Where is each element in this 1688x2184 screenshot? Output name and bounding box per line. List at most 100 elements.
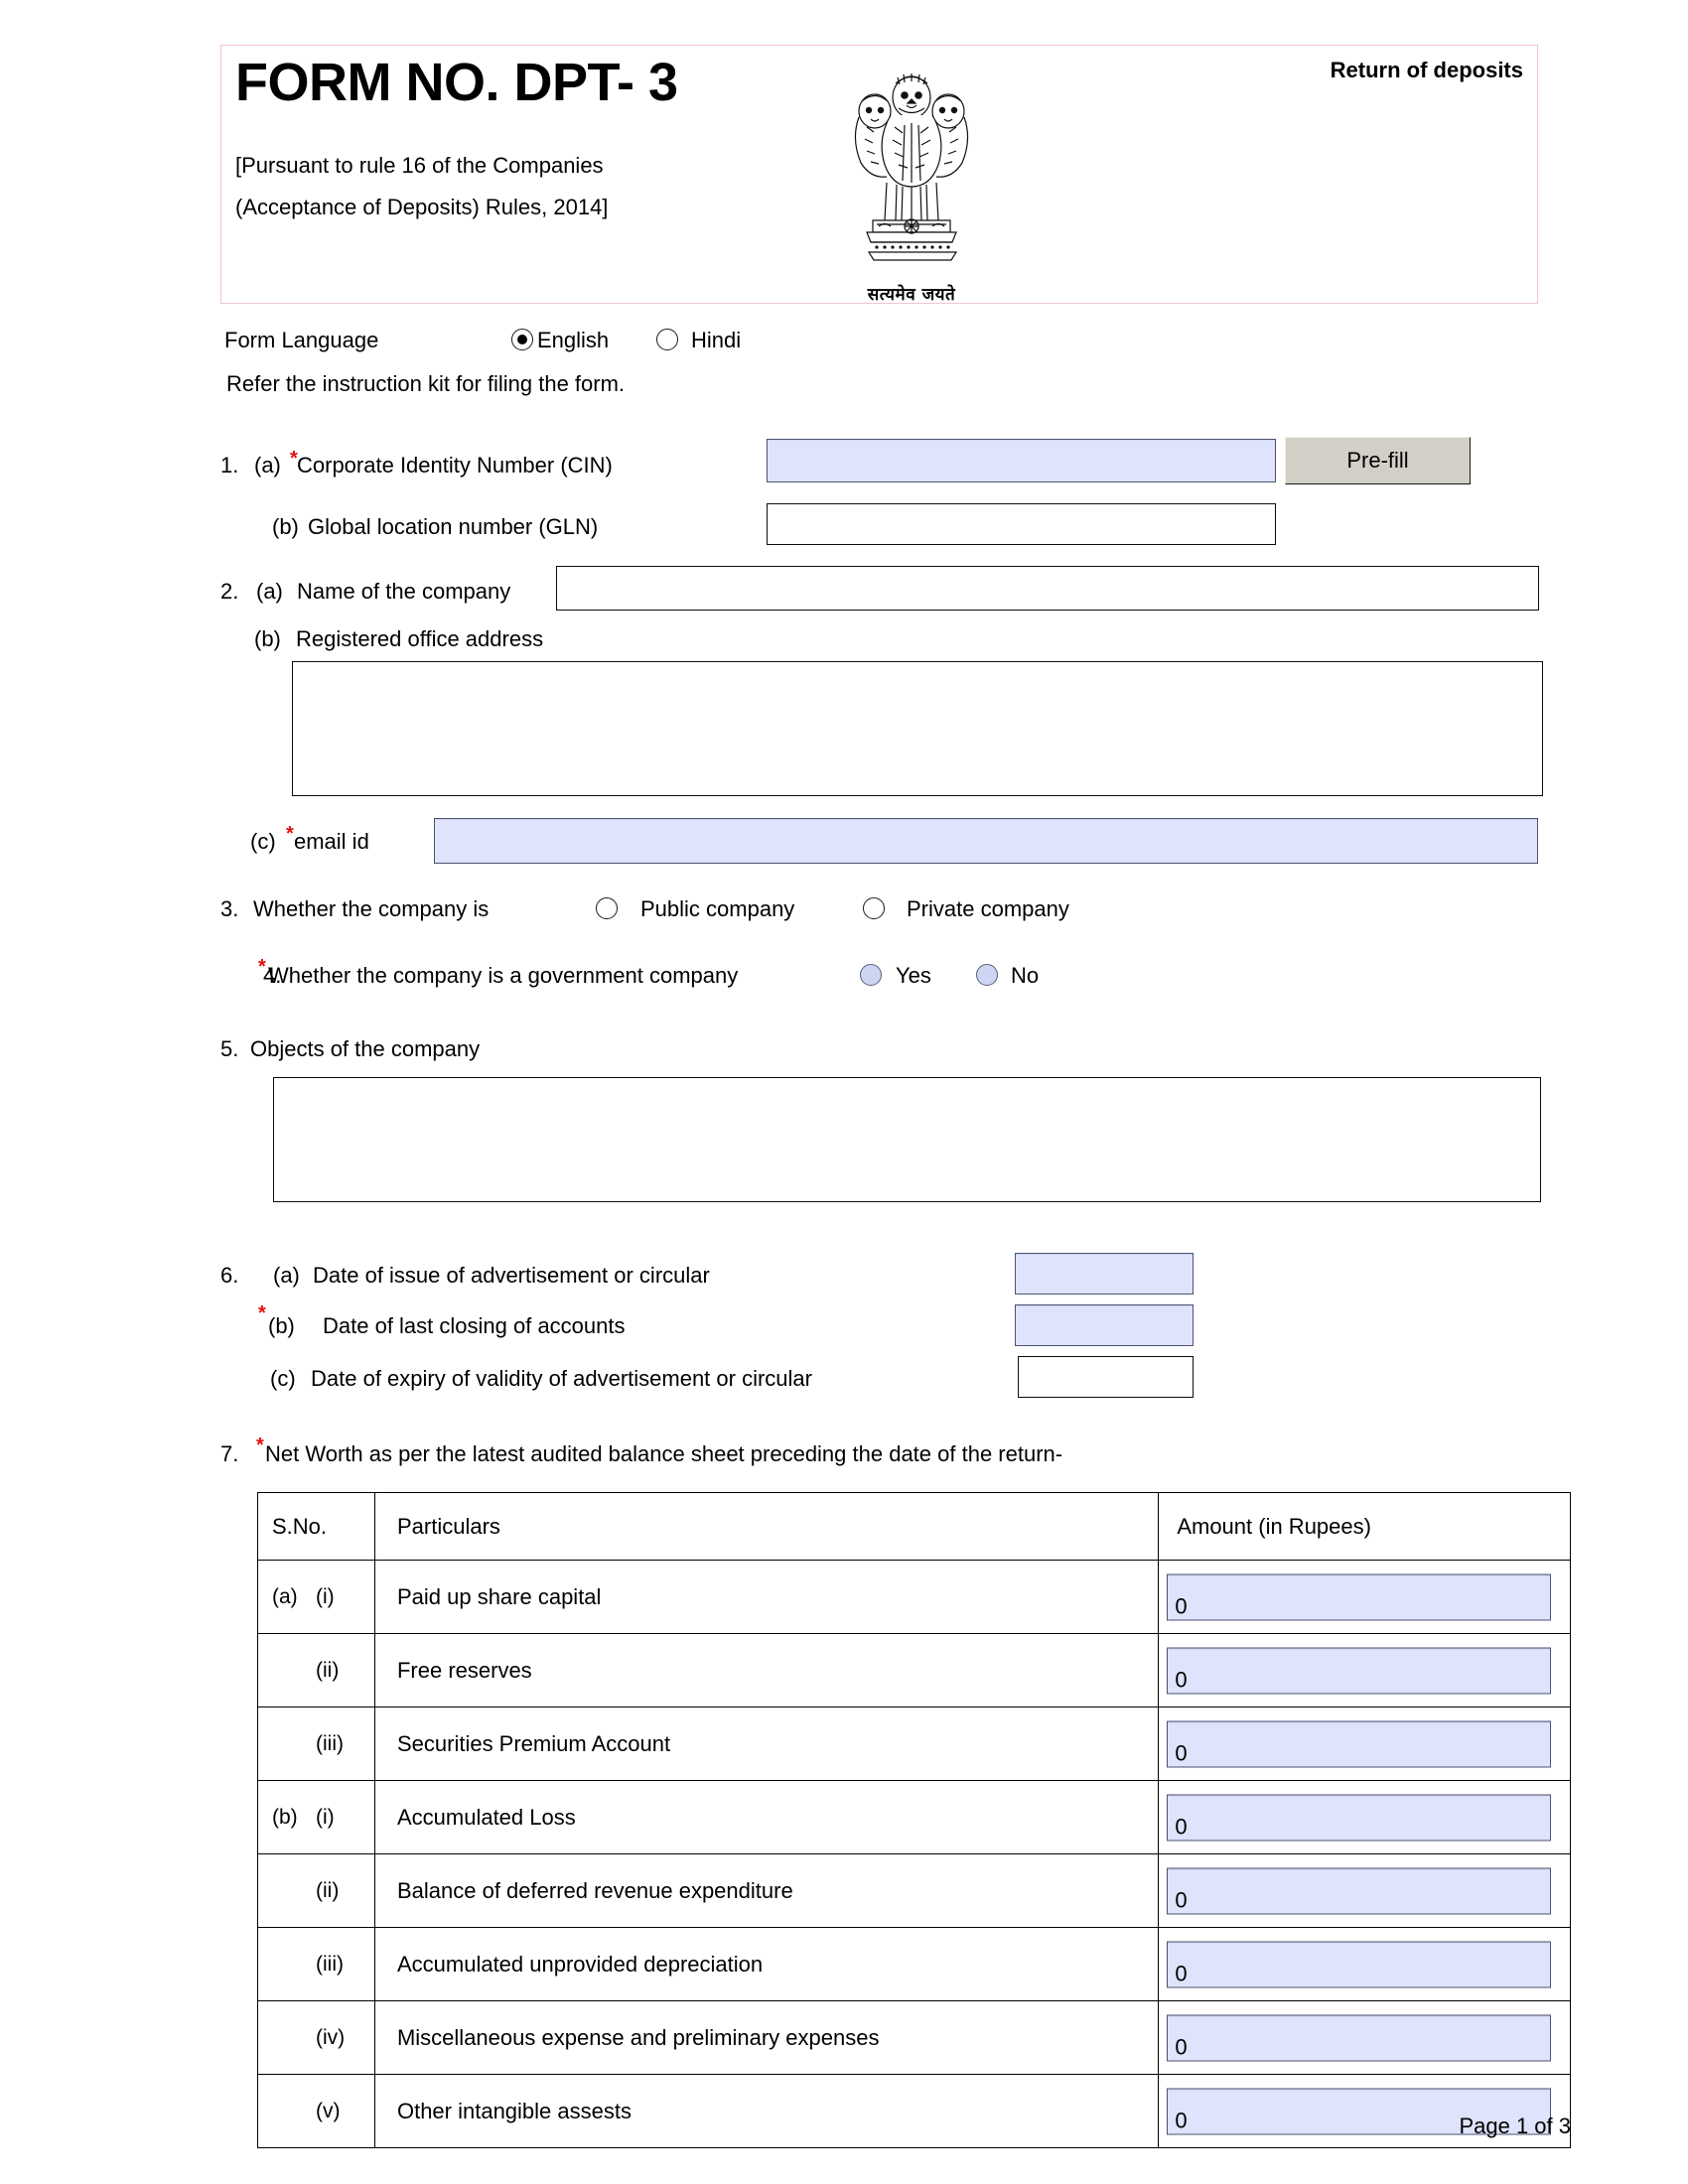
email-id-input[interactable] — [434, 818, 1538, 864]
cell-amount: 0 — [1158, 1853, 1571, 1928]
table-row: (b) (i) Accumulated Loss 0 — [257, 1780, 1571, 1854]
date-last-closing-accounts-input[interactable] — [1015, 1304, 1194, 1346]
sno-roman-label: (ii) — [316, 1878, 340, 1902]
item6a-prefix: (a) — [273, 1263, 300, 1288]
objects-of-company-textarea[interactable] — [273, 1077, 1541, 1202]
item2a-label: Name of the company — [297, 579, 511, 604]
item2c-label: email id — [294, 829, 369, 854]
cell-particulars: Paid up share capital — [373, 1560, 1160, 1634]
radio-language-hindi[interactable] — [656, 329, 678, 350]
amount-input[interactable]: 0 — [1167, 1573, 1552, 1620]
table-row: (v) Other intangible assests 0 — [257, 2074, 1571, 2148]
particulars-text: Securities Premium Account — [396, 1730, 671, 1756]
item6b-prefix: (b) — [268, 1313, 295, 1338]
radio-language-english-label: English — [537, 328, 610, 352]
col-header-particulars: Particulars — [373, 1492, 1160, 1561]
item3-label: Whether the company is — [253, 896, 490, 921]
radio-government-company-yes[interactable] — [860, 964, 882, 986]
item1b-label: Global location number (GLN) — [308, 514, 599, 539]
table-row: (iv) Miscellaneous expense and preliminar… — [257, 2000, 1571, 2075]
radio-public-company-label: Public company — [640, 896, 795, 921]
registered-office-address-textarea[interactable] — [292, 661, 1543, 796]
table-row: (a) (i) Paid up share capital 0 — [257, 1560, 1571, 1634]
sno-roman-label: (ii) — [316, 1658, 340, 1682]
item2b-label: Registered office address — [296, 626, 544, 651]
col-header-sno: S.No. — [257, 1492, 375, 1561]
rule-reference-line-1: [Pursuant to rule 16 of the Companies — [235, 153, 604, 178]
cell-amount: 0 — [1158, 1927, 1571, 2001]
table-row: (ii) Free reserves 0 — [257, 1633, 1571, 1707]
radio-public-company[interactable] — [596, 897, 618, 919]
form-header-box: FORM NO. DPT- 3 [Pursuant to rule 16 of … — [220, 45, 1538, 305]
item6-number: 6. — [220, 1263, 239, 1288]
item2a-prefix: (a) — [256, 579, 283, 604]
table-row: (iii) Accumulated unprovided depreciation… — [257, 1927, 1571, 2001]
item1-number: 1. — [220, 453, 239, 478]
item1b-prefix: (b) — [272, 514, 299, 539]
company-name-input[interactable] — [556, 566, 1539, 611]
sno-group-label: (a) — [272, 1584, 298, 1608]
amount-value: 0 — [1175, 2108, 1188, 2133]
radio-government-company-no-label: No — [1011, 963, 1040, 988]
particulars-text: Other intangible assests — [396, 2098, 632, 2123]
cell-particulars: Accumulated Loss — [373, 1780, 1160, 1854]
gln-input[interactable] — [767, 503, 1276, 545]
item5-number: 5. — [220, 1036, 239, 1061]
date-expiry-validity-input[interactable] — [1018, 1356, 1194, 1398]
rule-reference-line-2: (Acceptance of Deposits) Rules, 2014] — [235, 195, 609, 219]
date-of-issue-advertisement-input[interactable] — [1015, 1253, 1194, 1295]
return-of-deposits-label: Return of deposits — [1330, 58, 1523, 82]
sno-roman-label: (i) — [316, 1584, 335, 1608]
instruction-kit-note: Refer the instruction kit for filing the… — [226, 371, 626, 396]
amount-input[interactable]: 0 — [1167, 2014, 1552, 2061]
amount-input[interactable]: 0 — [1167, 1720, 1552, 1767]
table-row: (iii) Securities Premium Account 0 — [257, 1706, 1571, 1781]
amount-value: 0 — [1175, 1667, 1188, 1693]
amount-input[interactable]: 0 — [1167, 1941, 1552, 1987]
item2b-prefix: (b) — [254, 626, 281, 651]
cell-particulars: Miscellaneous expense and preliminary ex… — [373, 2000, 1160, 2075]
net-worth-table: S.No. Particulars Amount (in Rupees) (a)… — [257, 1492, 1571, 2148]
particulars-text: Balance of deferred revenue expenditure — [396, 1877, 793, 1903]
cell-sno: (a) (i) — [257, 1560, 375, 1634]
radio-private-company-label: Private company — [907, 896, 1069, 921]
sno-roman-label: (iv) — [316, 2025, 346, 2049]
amount-value: 0 — [1175, 1593, 1188, 1619]
amount-input[interactable]: 0 — [1167, 1794, 1552, 1841]
item2c-prefix: (c) — [250, 829, 276, 854]
cell-amount: 0 — [1158, 1780, 1571, 1854]
particulars-text: Accumulated Loss — [396, 1804, 576, 1830]
particulars-text: Accumulated unprovided depreciation — [396, 1951, 764, 1977]
amount-input[interactable]: 0 — [1167, 1867, 1552, 1914]
cell-particulars: Free reserves — [373, 1633, 1160, 1707]
radio-government-company-no[interactable] — [976, 964, 998, 986]
col-header-amount: Amount (in Rupees) — [1158, 1492, 1571, 1561]
page-number-footer: Page 1 of 3 — [1459, 2114, 1571, 2138]
amount-value: 0 — [1175, 2034, 1188, 2060]
amount-input[interactable]: 0 — [1167, 1647, 1552, 1694]
cell-amount: 0 — [1158, 1633, 1571, 1707]
page-title: FORM NO. DPT- 3 — [235, 53, 678, 112]
item6b-label: Date of last closing of accounts — [323, 1313, 626, 1338]
item7-number: 7. — [220, 1441, 239, 1466]
cin-input[interactable] — [767, 439, 1276, 482]
sno-roman-label: (i) — [316, 1805, 335, 1829]
cell-sno: (ii) — [257, 1633, 375, 1707]
cell-sno: (v) — [257, 2074, 375, 2148]
item2-number: 2. — [220, 579, 239, 604]
cell-amount: 0 — [1158, 1706, 1571, 1781]
form-language-label: Form Language — [224, 328, 379, 352]
item1a-prefix: (a) — [254, 453, 281, 478]
cell-amount: 0 — [1158, 2000, 1571, 2075]
prefill-button[interactable]: Pre-fill — [1285, 437, 1471, 484]
particulars-text: Free reserves — [396, 1657, 532, 1683]
national-emblem-icon: सत्यमेव जयते — [837, 62, 986, 305]
item6c-prefix: (c) — [270, 1366, 296, 1391]
amount-value: 0 — [1175, 1961, 1188, 1986]
cell-particulars: Securities Premium Account — [373, 1706, 1160, 1781]
radio-private-company[interactable] — [863, 897, 885, 919]
amount-value: 0 — [1175, 1740, 1188, 1766]
radio-language-english[interactable] — [511, 329, 533, 350]
cell-sno: (b) (i) — [257, 1780, 375, 1854]
item7-label: Net Worth as per the latest audited bala… — [265, 1441, 1063, 1466]
